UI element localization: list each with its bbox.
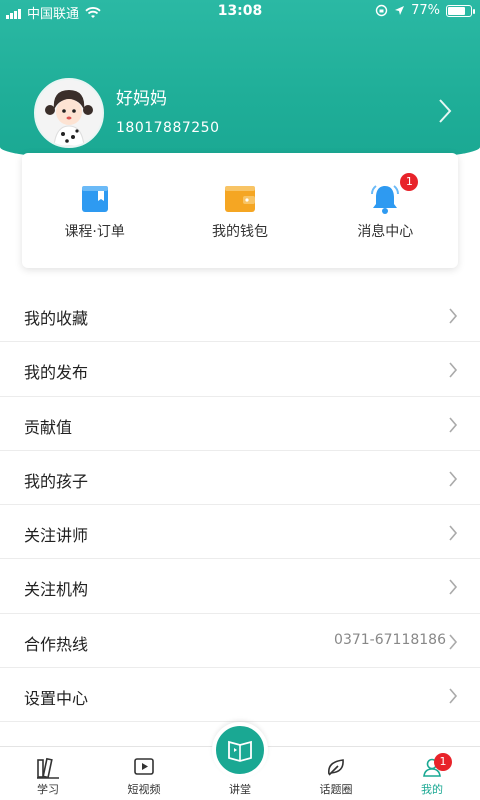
book-icon bbox=[81, 186, 108, 212]
quick-action-label: 消息中心 bbox=[357, 224, 414, 240]
menu-item-children[interactable]: 我的孩子 bbox=[0, 451, 480, 506]
menu-item-label: 设置中心 bbox=[24, 689, 89, 709]
chevron-right-icon[interactable] bbox=[438, 98, 452, 124]
chevron-right-icon bbox=[449, 308, 458, 324]
tab-mine[interactable]: 1 我的 bbox=[384, 747, 480, 800]
bell-icon bbox=[371, 185, 400, 214]
orientation-lock-icon bbox=[375, 4, 388, 17]
message-badge: 1 bbox=[400, 173, 419, 191]
tab-label: 话题圈 bbox=[319, 783, 353, 796]
chevron-right-icon bbox=[449, 579, 458, 596]
menu-item-label: 合作热线 bbox=[24, 634, 89, 654]
status-right: 77% bbox=[375, 3, 475, 18]
hotline-number: 0371-67118186 bbox=[334, 631, 446, 648]
menu-item-hotline[interactable]: 合作热线 0371-67118186 bbox=[0, 614, 480, 669]
tab-label: 讲堂 bbox=[229, 783, 251, 796]
menu-item-label: 关注机构 bbox=[24, 580, 89, 600]
quick-actions-card: 课程·订单 我的钱包 1 消息中心 bbox=[22, 153, 458, 268]
profile-name: 好妈妈 bbox=[116, 89, 167, 109]
quick-action-course-orders[interactable]: 课程·订单 bbox=[22, 153, 167, 268]
menu-item-label: 贡献值 bbox=[24, 417, 73, 437]
menu-item-followed-institutions[interactable]: 关注机构 bbox=[0, 559, 480, 614]
menu-item-settings[interactable]: 设置中心 bbox=[0, 668, 480, 723]
video-icon bbox=[134, 758, 154, 775]
tab-short-video[interactable]: 短视频 bbox=[96, 747, 192, 800]
status-bar: 中国联通 13:08 77% bbox=[0, 0, 480, 24]
tab-topics[interactable]: 话题圈 bbox=[288, 747, 384, 800]
tab-study[interactable]: 学习 bbox=[0, 747, 96, 800]
profile-phone: 18017887250 bbox=[116, 120, 220, 136]
chevron-right-icon bbox=[449, 525, 458, 541]
mine-badge: 1 bbox=[434, 753, 452, 771]
quick-action-messages[interactable]: 1 消息中心 bbox=[313, 153, 458, 268]
menu-item-contribution[interactable]: 贡献值 bbox=[0, 397, 480, 451]
menu-item-posts[interactable]: 我的发布 bbox=[0, 342, 480, 397]
chevron-right-icon bbox=[449, 688, 458, 704]
menu-list: 我的收藏 我的发布 贡献值 我的孩子 关注讲师 关注机构 合作热线 0371-6… bbox=[0, 288, 480, 723]
menu-item-label: 我的收藏 bbox=[24, 309, 89, 328]
quick-action-label: 我的钱包 bbox=[211, 224, 268, 240]
chevron-right-icon bbox=[449, 634, 458, 650]
chevron-right-icon bbox=[449, 362, 458, 378]
avatar-image bbox=[36, 80, 102, 146]
menu-item-followed-teachers[interactable]: 关注讲师 bbox=[0, 505, 480, 560]
tab-label: 我的 bbox=[421, 783, 443, 796]
tab-label: 短视频 bbox=[127, 783, 161, 796]
chevron-right-icon bbox=[449, 417, 458, 433]
location-icon bbox=[395, 6, 405, 15]
quick-action-label: 课程·订单 bbox=[64, 224, 125, 240]
menu-item-favorites[interactable]: 我的收藏 bbox=[0, 288, 480, 343]
tab-label: 学习 bbox=[37, 783, 59, 796]
avatar[interactable] bbox=[34, 78, 104, 148]
menu-item-label: 我的孩子 bbox=[24, 471, 89, 491]
lecture-icon bbox=[228, 740, 252, 762]
chevron-right-icon bbox=[449, 471, 458, 487]
menu-item-label: 我的发布 bbox=[24, 363, 89, 383]
quick-action-wallet[interactable]: 我的钱包 bbox=[167, 153, 312, 268]
leaf-icon bbox=[327, 759, 344, 776]
battery-percent: 77% bbox=[411, 3, 440, 18]
menu-item-label: 关注讲师 bbox=[24, 526, 89, 546]
profile-header[interactable]: 好妈妈 18017887250 bbox=[34, 78, 454, 148]
wallet-icon bbox=[224, 186, 255, 212]
lecture-center-button[interactable] bbox=[212, 722, 268, 778]
books-icon bbox=[37, 757, 59, 779]
battery-icon bbox=[446, 4, 475, 17]
